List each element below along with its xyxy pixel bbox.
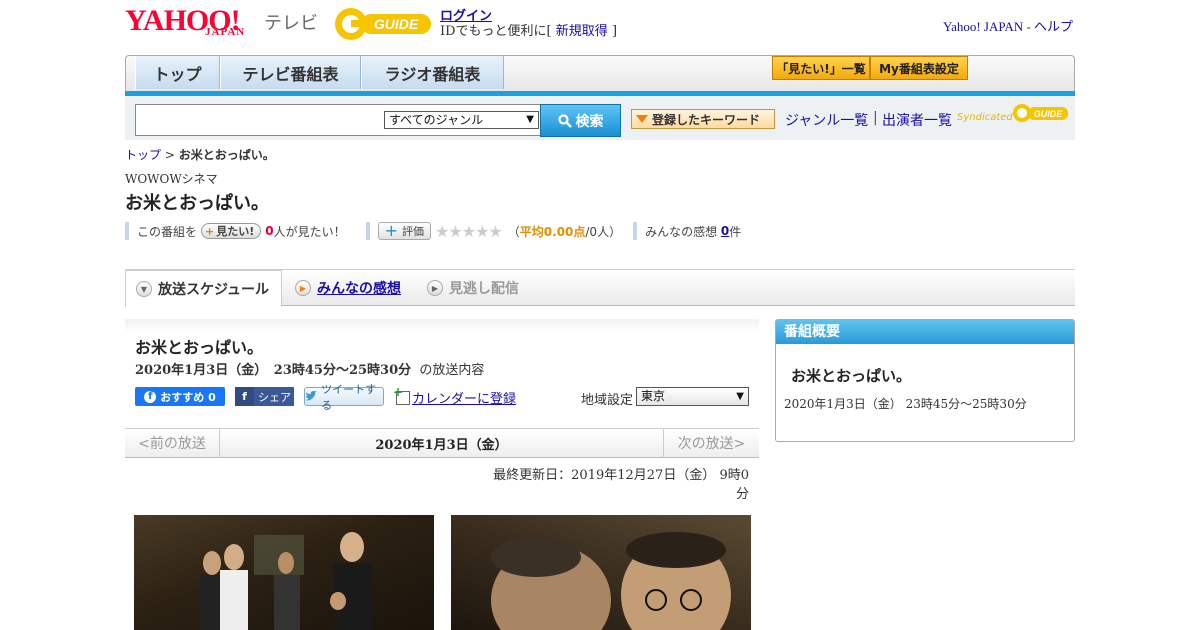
- mitai-list-button[interactable]: 「見たい!」一覧: [772, 56, 870, 80]
- chevron-right-icon: ▶: [427, 280, 443, 296]
- plus-icon: +: [205, 224, 215, 238]
- channel-name: WOWOWシネマ: [125, 172, 218, 186]
- program-summary-title: お米とおっぱい。: [791, 367, 912, 385]
- rate-button[interactable]: + 評価: [377, 221, 432, 240]
- facebook-icon: f: [235, 387, 254, 406]
- divider: [633, 222, 638, 240]
- search-button[interactable]: 検索: [540, 104, 621, 137]
- program-summary-time: 2020年1月3日（金） 23時45分～25時30分: [784, 397, 1027, 411]
- program-stats-row: この番組を + 見たい! 0 人が見たい！ + 評価 ★★★★★ （平均0.00点 /…: [125, 221, 741, 241]
- breadcrumb-current: お米とおっぱい。: [178, 148, 275, 162]
- broadcast-title: お米とおっぱい。: [135, 338, 264, 357]
- register-link[interactable]: 新規取得: [556, 24, 608, 39]
- region-label: 地域設定: [581, 393, 634, 408]
- nav-tab-tv-schedule[interactable]: テレビ番組表: [220, 56, 361, 89]
- tv-logo-text[interactable]: テレビ: [264, 9, 318, 35]
- last-updated: 最終更新日：2019年12月27日（金） 9時0分: [493, 468, 749, 502]
- search-icon: [557, 113, 572, 128]
- program-still-image: [134, 515, 434, 630]
- tab-catchup: ▶ 見逃し配信: [427, 270, 519, 306]
- breadcrumb-home[interactable]: トップ: [125, 148, 161, 162]
- facebook-recommend-button[interactable]: f おすすめ 0: [135, 387, 225, 406]
- facebook-share-button[interactable]: f シェア: [235, 387, 294, 406]
- svg-text:GUIDE: GUIDE: [1034, 109, 1064, 119]
- calendar-add-icon: [393, 385, 410, 405]
- top-right-links: Yahoo! JAPAN - ヘルプ: [943, 19, 1074, 34]
- triangle-down-icon: [636, 115, 648, 123]
- review-count-link[interactable]: 0: [721, 224, 729, 238]
- gguide-logo[interactable]: GUIDE: [333, 6, 433, 42]
- dropdown-arrow-icon: ▼: [736, 391, 744, 402]
- yahoo-japan-sublogo: JAPAN: [205, 26, 246, 38]
- dropdown-arrow-icon: ▼: [526, 114, 534, 125]
- my-schedule-settings-button[interactable]: My番組表設定: [870, 56, 968, 80]
- genre-select[interactable]: すべてのジャンル ▼: [384, 111, 539, 129]
- syndicated-gguide-logo: GUIDE: [1013, 104, 1068, 122]
- tweet-button[interactable]: ツイートする: [304, 383, 384, 412]
- syndicated-label: Syndicated: [957, 112, 1013, 123]
- chevron-right-icon: ▶: [295, 280, 311, 296]
- breadcrumb: トップ > お米とおっぱい。: [125, 148, 275, 162]
- prev-broadcast: <前の放送: [125, 428, 220, 458]
- region-select[interactable]: 東京 ▼: [636, 387, 749, 406]
- yahoo-japan-link[interactable]: Yahoo! JAPAN: [943, 19, 1023, 34]
- rating-stars: ★★★★★: [435, 221, 503, 241]
- registered-keyword-button[interactable]: 登録したキーワード: [631, 109, 775, 129]
- login-sub: IDでもっと便利に[ 新規取得 ]: [440, 24, 618, 39]
- plus-icon: +: [384, 221, 399, 240]
- svg-text:GUIDE: GUIDE: [374, 16, 419, 32]
- mitai-count: 0: [265, 224, 274, 238]
- tab-reviews[interactable]: ▶ みんなの感想: [295, 270, 401, 306]
- pager-current-date: 2020年1月3日（金）: [375, 437, 508, 453]
- tab-schedule[interactable]: ▼ 放送スケジュール: [125, 270, 282, 307]
- rating-average: 平均0.00点: [519, 224, 586, 239]
- link-divider: |: [873, 110, 878, 126]
- mitai-button[interactable]: + 見たい!: [201, 223, 262, 239]
- divider: [365, 222, 370, 240]
- nav-tab-top[interactable]: トップ: [135, 56, 220, 89]
- facebook-icon: f: [144, 390, 157, 403]
- broadcast-datetime: 2020年1月3日（金） 23時45分～25時30分 の放送内容: [135, 363, 485, 378]
- add-to-calendar-link[interactable]: カレンダーに登録: [393, 385, 516, 408]
- genre-list-link[interactable]: ジャンル一覧: [785, 110, 868, 130]
- next-broadcast: 次の放送>: [663, 428, 759, 458]
- actor-list-link[interactable]: 出演者一覧: [882, 110, 952, 130]
- program-summary-heading: 番組概要: [776, 320, 1074, 344]
- nav-tab-radio-schedule[interactable]: ラジオ番組表: [361, 56, 504, 89]
- twitter-bird-icon: [305, 391, 318, 401]
- divider: [125, 222, 129, 240]
- chevron-down-icon: ▼: [136, 281, 152, 297]
- help-link[interactable]: ヘルプ: [1034, 19, 1073, 34]
- page-title: お米とおっぱい。: [125, 193, 269, 214]
- program-still-image: [451, 515, 751, 630]
